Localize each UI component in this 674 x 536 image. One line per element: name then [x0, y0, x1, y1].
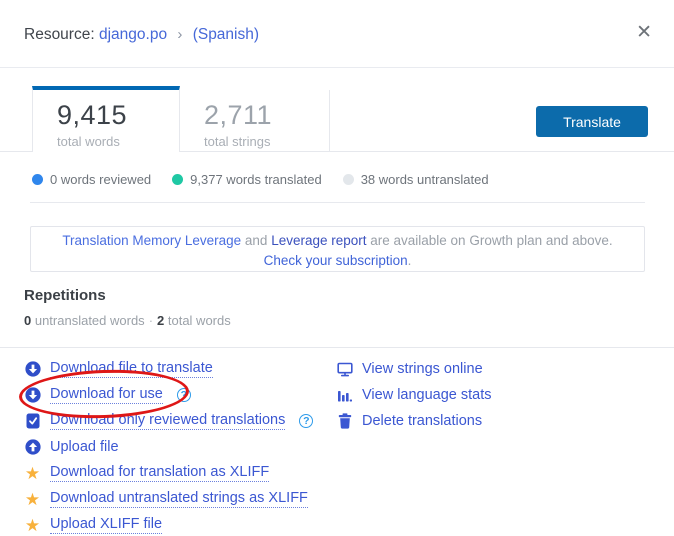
plan-notice: Translation Memory Leverage and Leverage… — [30, 226, 645, 272]
star-icon: ★ — [24, 491, 41, 508]
star-icon: ★ — [24, 517, 41, 534]
notice-and: and — [241, 233, 271, 248]
legend-translated-label: 9,377 words translated — [190, 172, 322, 187]
legend-untranslated-label: 38 words untranslated — [361, 172, 489, 187]
total-strings-label: total strings — [204, 134, 329, 149]
check-subscription-link[interactable]: Check your subscription — [264, 253, 408, 268]
untranslated-words-label: untranslated words — [31, 313, 144, 328]
actions-left-column: Download file to translate Download for … — [24, 356, 313, 536]
monitor-icon — [336, 361, 353, 378]
trash-icon — [336, 413, 353, 430]
download-circle-icon — [24, 387, 41, 404]
repetitions-stats: 0 untranslated words·2 total words — [24, 313, 231, 328]
help-icon[interactable]: ? — [299, 414, 313, 428]
bar-chart-icon — [336, 387, 353, 404]
breadcrumb: Resource: django.po › (Spanish) — [24, 26, 259, 44]
chevron-right-icon: › — [177, 26, 182, 43]
file-check-icon — [24, 413, 41, 430]
view-strings-online-link[interactable]: View strings online — [336, 356, 492, 382]
resource-name-link[interactable]: django.po — [99, 26, 167, 43]
language-link[interactable]: (Spanish) — [193, 26, 259, 43]
upload-xliff-link[interactable]: ★ Upload XLIFF file — [24, 512, 313, 536]
resource-label: Resource: — [24, 26, 95, 43]
actions-divider — [0, 347, 674, 348]
reviewed-dot-icon — [32, 174, 43, 185]
tab-total-words[interactable]: 9,415 total words — [32, 86, 180, 152]
download-untranslated-xliff-link[interactable]: ★ Download untranslated strings as XLIFF — [24, 486, 313, 512]
star-icon: ★ — [24, 465, 41, 482]
notice-rest: are available on Growth plan and above. — [367, 233, 613, 248]
download-translation-xliff-link[interactable]: ★ Download for translation as XLIFF — [24, 460, 313, 486]
legend-untranslated: 38 words untranslated — [343, 172, 489, 187]
view-language-stats-link[interactable]: View language stats — [336, 382, 492, 408]
legend-reviewed-label: 0 words reviewed — [50, 172, 151, 187]
upload-file-link[interactable]: Upload file — [24, 434, 313, 460]
download-only-reviewed-link[interactable]: Download only reviewed translations ? — [24, 408, 313, 434]
total-words-stat-label: total words — [164, 313, 230, 328]
modal-header: Resource: django.po › (Spanish) ✕ — [0, 0, 674, 68]
translate-button[interactable]: Translate — [536, 106, 648, 137]
tab-total-strings[interactable]: 2,711 total strings — [180, 90, 330, 151]
resource-modal: Resource: django.po › (Spanish) ✕ 9,415 … — [0, 0, 674, 536]
repetitions-title: Repetitions — [24, 287, 106, 304]
help-icon[interactable]: ? — [177, 388, 191, 402]
tm-leverage-link[interactable]: Translation Memory Leverage — [62, 233, 241, 248]
close-icon[interactable]: ✕ — [636, 23, 652, 42]
legend-divider — [30, 202, 645, 203]
download-circle-icon — [24, 361, 41, 378]
stats-legend: 0 words reviewed 9,377 words translated … — [32, 172, 489, 187]
notice-period: . — [408, 253, 412, 268]
total-strings-value: 2,711 — [204, 100, 329, 131]
download-for-use-link[interactable]: Download for use ? — [24, 382, 313, 408]
total-words-value: 9,415 — [57, 100, 179, 131]
untranslated-dot-icon — [343, 174, 354, 185]
legend-reviewed: 0 words reviewed — [32, 172, 151, 187]
translated-dot-icon — [172, 174, 183, 185]
upload-circle-icon — [24, 439, 41, 456]
legend-translated: 9,377 words translated — [172, 172, 322, 187]
total-words-label: total words — [57, 134, 179, 149]
download-file-to-translate-link[interactable]: Download file to translate — [24, 356, 313, 382]
delete-translations-link[interactable]: Delete translations — [336, 408, 492, 434]
stats-separator: · — [149, 313, 153, 328]
actions-right-column: View strings online View language stats … — [336, 356, 492, 434]
leverage-report-link[interactable]: Leverage report — [271, 233, 366, 248]
